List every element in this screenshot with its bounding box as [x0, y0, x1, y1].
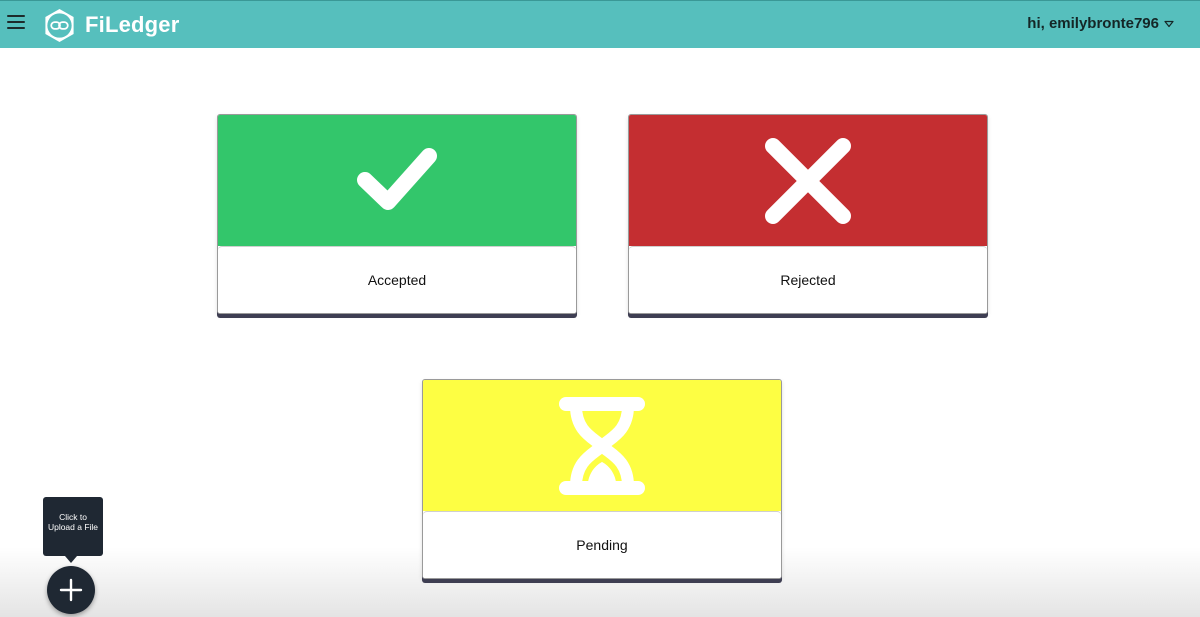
upload-file-button[interactable] [47, 566, 95, 614]
upload-tooltip-arrow [65, 556, 77, 563]
caret-down-icon [1164, 20, 1174, 27]
accepted-card-label: Accepted [367, 272, 427, 288]
pending-card-footer: Pending [423, 511, 781, 578]
link-logo-icon [45, 8, 74, 42]
checkmark-icon [357, 147, 437, 210]
rejected-card-label: Rejected [780, 272, 836, 288]
plus-icon [59, 578, 83, 602]
user-menu[interactable]: hi, emilybronte796 [1027, 15, 1174, 32]
accepted-card-banner [218, 115, 576, 246]
rejected-card[interactable]: Rejected [628, 114, 988, 314]
brand-logo-link[interactable]: FiLedger [42, 7, 180, 43]
user-greeting: hi, emilybronte796 [1027, 15, 1159, 32]
top-app-bar: FiLedger hi, emilybronte796 [0, 0, 1200, 48]
pending-card[interactable]: Pending [422, 379, 782, 579]
pending-card-label: Pending [576, 537, 628, 553]
rejected-card-banner [629, 115, 987, 246]
hourglass-icon [559, 396, 645, 495]
rejected-card-footer: Rejected [629, 246, 987, 313]
upload-tooltip-text: Click to Upload a File [47, 512, 99, 532]
accepted-card-footer: Accepted [218, 246, 576, 313]
pending-card-banner [423, 380, 781, 511]
accepted-card[interactable]: Accepted [217, 114, 577, 314]
hamburger-menu-icon[interactable] [7, 15, 25, 33]
upload-tooltip: Click to Upload a File [43, 497, 103, 556]
x-icon [765, 137, 851, 224]
brand-name: FiLedger [85, 12, 180, 37]
